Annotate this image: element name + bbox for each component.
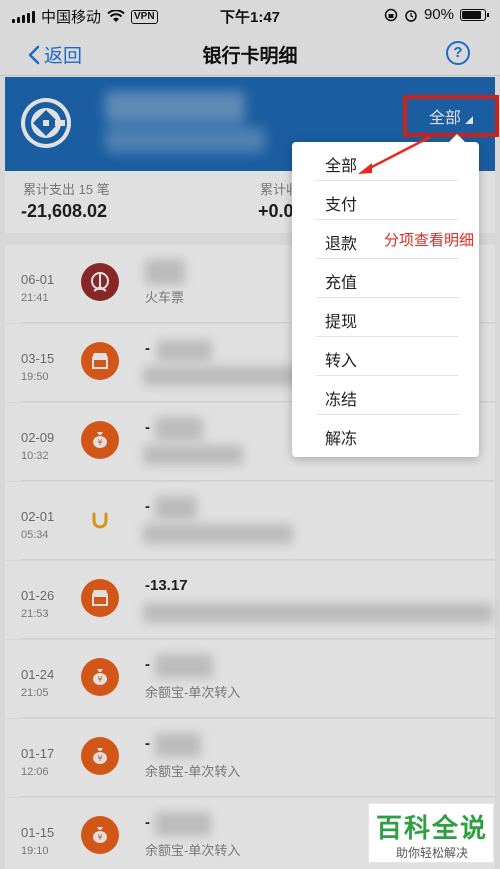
battery-percent: 90% — [423, 6, 454, 23]
transaction-date: 01-17 — [21, 746, 55, 761]
rotation-lock-icon — [384, 8, 398, 21]
transaction-amount: - — [145, 419, 150, 436]
transaction-amount: - — [145, 735, 150, 752]
annotation-text: 分项查看明细 — [384, 232, 475, 249]
shop-icon — [81, 579, 119, 617]
transaction-desc: 余额宝-单次转入 — [145, 685, 241, 700]
transaction-time: 21:53 — [21, 608, 49, 620]
svg-text:¥: ¥ — [97, 438, 102, 447]
caret-down-icon — [465, 116, 473, 124]
transaction-date: 02-01 — [21, 509, 55, 524]
transaction-date: 06-01 — [21, 272, 55, 287]
transaction-amount: - — [145, 656, 150, 673]
page-title: 银行卡明细 — [202, 46, 298, 67]
transaction-date: 01-15 — [21, 825, 55, 840]
svg-text:¥: ¥ — [97, 675, 102, 684]
nav-bar: 返回 银行卡明细 ? — [0, 30, 500, 76]
transaction-date: 03-15 — [21, 351, 55, 366]
transaction-amount: - — [145, 340, 150, 357]
transaction-time: 21:41 — [21, 292, 49, 304]
transaction-amount: -13.17 — [145, 577, 188, 594]
menu-item-transfer-in[interactable]: 转入 — [292, 337, 479, 376]
svg-text:¥: ¥ — [97, 754, 102, 763]
money-bag-icon: ¥ — [81, 816, 119, 854]
alarm-icon — [405, 9, 417, 22]
transaction-row[interactable]: 02-01 05:34 - — [5, 482, 495, 560]
transaction-desc: 火车票 — [145, 290, 185, 305]
money-bag-icon: ¥ — [81, 737, 119, 775]
transaction-date: 01-26 — [21, 588, 55, 603]
income-value: +0.0 — [258, 201, 294, 221]
watermark: 百科全说 助你轻松解决 — [368, 803, 494, 863]
transaction-time: 12:06 — [21, 766, 49, 778]
transaction-time: 10:32 — [21, 450, 49, 462]
status-bar: 中国移动 VPN 下午1:47 90% — [0, 0, 500, 30]
blurred-card-name — [105, 91, 245, 123]
transaction-time: 21:05 — [21, 687, 49, 699]
money-bag-icon: ¥ — [81, 421, 119, 459]
transaction-row[interactable]: 01-17 12:06 ¥ - 余额宝-单次转入 — [5, 719, 495, 797]
transaction-date: 01-24 — [21, 667, 55, 682]
battery-icon — [460, 8, 489, 21]
menu-item-payment[interactable]: 支付 — [292, 181, 479, 220]
expense-label: 累计支出 15 笔 — [23, 182, 110, 197]
transaction-row[interactable]: 01-26 21:53 -13.17 — [5, 561, 495, 639]
bank-logo-icon — [21, 98, 71, 148]
menu-item-withdraw[interactable]: 提现 — [292, 298, 479, 337]
blurred-card-number — [105, 127, 265, 153]
menu-item-freeze[interactable]: 冻结 — [292, 376, 479, 415]
transaction-desc: 余额宝-单次转入 — [145, 764, 241, 779]
filter-dropdown-menu: 全部 支付 退款 充值 提现 转入 冻结 解冻 — [292, 134, 479, 457]
transaction-time: 19:50 — [21, 371, 49, 383]
menu-item-recharge[interactable]: 充值 — [292, 259, 479, 298]
transaction-amount: - — [145, 498, 150, 515]
transaction-row[interactable]: 01-24 21:05 ¥ - 余额宝-单次转入 — [5, 640, 495, 718]
transaction-date: 02-09 — [21, 430, 55, 445]
watermark-main: 百科全说 — [375, 813, 488, 843]
svg-text:¥: ¥ — [97, 833, 102, 842]
money-bag-icon: ¥ — [81, 658, 119, 696]
shop-icon — [81, 342, 119, 380]
transaction-desc: 余额宝-单次转入 — [145, 843, 241, 858]
transaction-time: 19:10 — [21, 845, 49, 857]
didi-icon — [81, 500, 119, 538]
expense-value: -21,608.02 — [21, 201, 108, 221]
menu-item-unfreeze[interactable]: 解冻 — [292, 415, 479, 454]
transaction-amount: - — [145, 814, 150, 831]
help-icon[interactable]: ? — [446, 41, 470, 65]
transaction-time: 05:34 — [21, 529, 49, 541]
train-ticket-icon — [81, 263, 119, 301]
watermark-sub: 助你轻松解决 — [395, 846, 468, 860]
annotation-arrow — [358, 135, 431, 174]
